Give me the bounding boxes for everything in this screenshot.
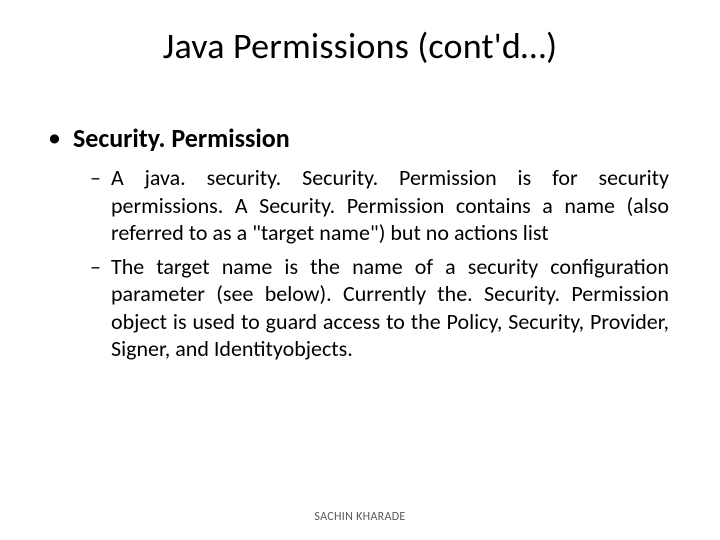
bullet-dot-icon: • [48,124,61,150]
paragraph-1: A java. security. Security. Permission i… [111,164,669,247]
bullet-level-2: – A java. security. Security. Permission… [90,164,672,247]
slide-footer: SACHIN KHARADE [0,510,720,524]
section-heading: Security. Permission [73,122,290,154]
slide: Java Permissions (cont'd…) • Security. P… [0,0,720,540]
bullet-level-1: • Security. Permission [48,122,672,154]
bullet-dash-icon: – [90,253,101,281]
bullet-level-2: – The target name is the name of a secur… [90,253,672,363]
bullet-dash-icon: – [90,164,101,192]
paragraph-2: The target name is the name of a securit… [111,253,669,363]
slide-content: • Security. Permission – A java. securit… [40,122,680,363]
slide-title: Java Permissions (cont'd…) [40,24,680,68]
